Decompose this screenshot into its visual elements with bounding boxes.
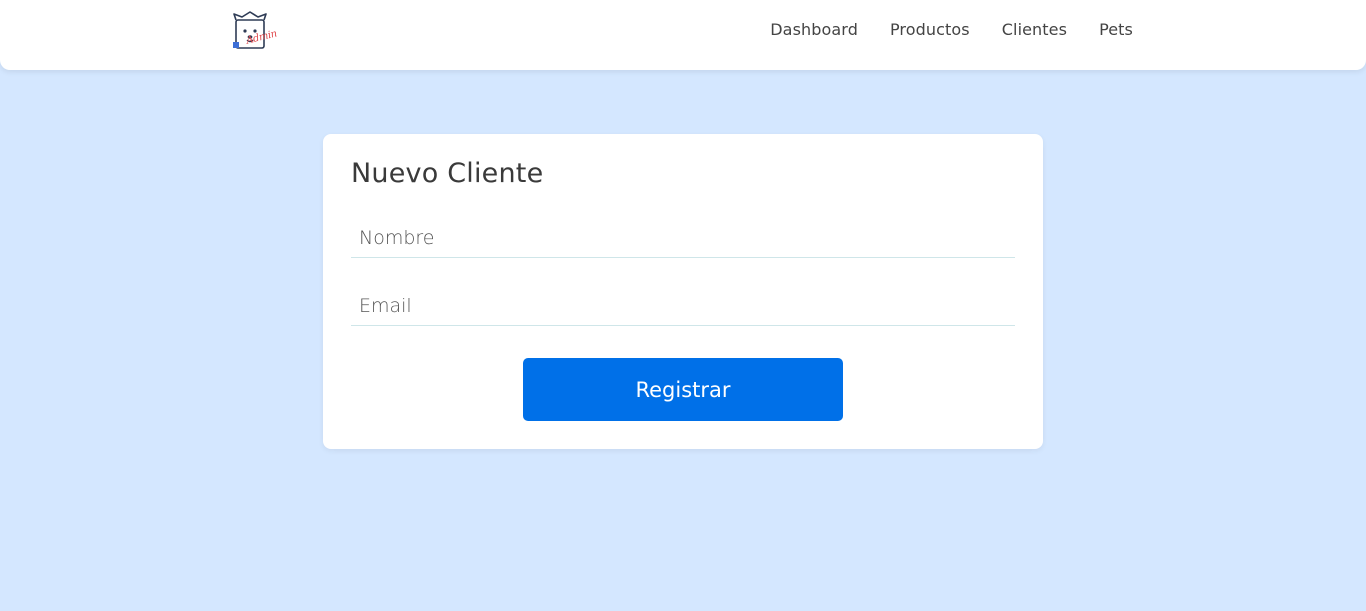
nav-clientes[interactable]: Clientes	[1002, 20, 1067, 39]
main-nav: Dashboard Productos Clientes Pets	[770, 20, 1133, 39]
nav-productos[interactable]: Productos	[890, 20, 970, 39]
new-client-form-card: Nuevo Cliente Registrar	[323, 134, 1043, 449]
page-title: Nuevo Cliente	[351, 158, 544, 189]
register-button[interactable]: Registrar	[523, 358, 843, 421]
top-navbar: Admin Dashboard Productos Clientes Pets	[0, 0, 1366, 70]
nav-dashboard[interactable]: Dashboard	[770, 20, 858, 39]
email-field[interactable]	[351, 286, 1015, 326]
logo[interactable]: Admin	[230, 10, 284, 56]
name-field[interactable]	[351, 218, 1015, 258]
nav-pets[interactable]: Pets	[1099, 20, 1133, 39]
